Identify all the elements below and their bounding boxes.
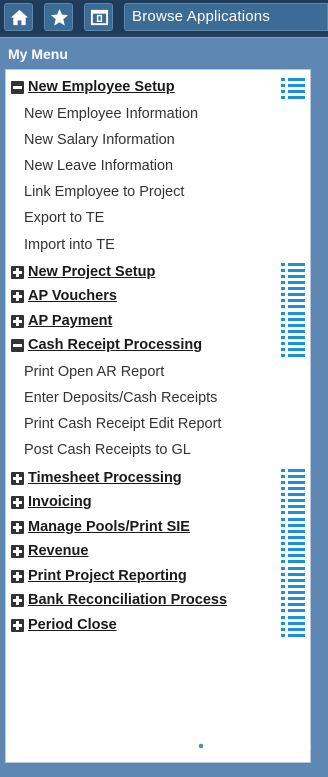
home-button[interactable]: [4, 3, 33, 31]
list-icon[interactable]: [280, 491, 306, 517]
menu-item[interactable]: Print Cash Receipt Edit Report: [24, 416, 221, 432]
favorites-button[interactable]: [44, 3, 73, 31]
list-icon[interactable]: [280, 516, 306, 542]
menu-section[interactable]: AP Payment: [10, 310, 308, 336]
menu-section[interactable]: Period Close: [10, 614, 308, 640]
top-toolbar: Browse Applications: [0, 0, 328, 34]
list-icon[interactable]: [280, 540, 306, 566]
menu-item[interactable]: Export to TE: [24, 210, 104, 226]
expand-icon[interactable]: [11, 265, 24, 279]
menu-section-label[interactable]: Timesheet Processing: [28, 470, 182, 486]
window-button[interactable]: [84, 3, 113, 31]
menu-item[interactable]: Enter Deposits/Cash Receipts: [24, 390, 217, 406]
menu-section-label[interactable]: New Project Setup: [28, 264, 155, 280]
list-icon[interactable]: [280, 310, 306, 336]
menu-section[interactable]: Cash Receipt Processing: [10, 334, 308, 360]
star-icon: [50, 8, 69, 26]
menu-item[interactable]: New Leave Information: [24, 158, 173, 174]
expand-icon[interactable]: [11, 618, 24, 632]
list-icon[interactable]: [280, 285, 306, 311]
manage-my-menu-button[interactable]: Manage My Menu: [192, 737, 311, 755]
menu-list: New Employee Setup New Employee Informati…: [5, 69, 311, 763]
menu-section[interactable]: New Employee Setup: [10, 76, 308, 102]
expand-icon[interactable]: [11, 594, 24, 607]
list-icon[interactable]: [280, 467, 306, 493]
menu-section[interactable]: Bank Reconciliation Process: [10, 589, 308, 615]
menu-section[interactable]: Revenue: [10, 540, 308, 566]
browse-applications-button[interactable]: Browse Applications: [124, 3, 328, 31]
collapse-icon[interactable]: [11, 81, 24, 94]
expand-icon[interactable]: [11, 471, 24, 485]
list-icon[interactable]: [280, 261, 306, 287]
menu-section[interactable]: New Project Setup: [10, 261, 308, 287]
list-icon[interactable]: [280, 565, 306, 591]
expand-icon[interactable]: [11, 496, 24, 509]
my-menu-panel: My Menu New Employee Setup New Employee I…: [0, 37, 328, 777]
menu-section[interactable]: Manage Pools/Print SIE: [10, 516, 308, 542]
menu-section-label[interactable]: Period Close: [28, 617, 117, 633]
expand-icon[interactable]: [11, 545, 24, 558]
menu-item[interactable]: Post Cash Receipts to GL: [24, 442, 191, 458]
list-icon[interactable]: [280, 614, 306, 640]
collapse-icon[interactable]: [11, 339, 24, 353]
menu-section-label[interactable]: AP Vouchers: [28, 288, 117, 304]
menu-section-label[interactable]: AP Payment: [28, 313, 112, 329]
menu-item[interactable]: Print Open AR Report: [24, 364, 164, 380]
expand-icon[interactable]: [11, 569, 24, 583]
menu-item[interactable]: New Employee Information: [24, 106, 198, 122]
menu-section-label[interactable]: New Employee Setup: [28, 79, 175, 95]
menu-section-label[interactable]: Revenue: [28, 543, 88, 559]
menu-section-label[interactable]: Invoicing: [28, 494, 92, 510]
manage-my-menu-label: Manage My Menu: [215, 739, 312, 753]
expand-icon[interactable]: [11, 314, 24, 328]
menu-section[interactable]: Print Project Reporting: [10, 565, 308, 591]
menu-item[interactable]: Import into TE: [24, 237, 115, 253]
menu-section-label[interactable]: Bank Reconciliation Process: [28, 592, 227, 608]
list-icon[interactable]: [280, 334, 306, 360]
menu-section-label[interactable]: Manage Pools/Print SIE: [28, 519, 190, 535]
menu-section-label[interactable]: Cash Receipt Processing: [28, 337, 202, 353]
list-icon[interactable]: [280, 589, 306, 615]
gear-icon: [192, 737, 210, 755]
menu-section[interactable]: Timesheet Processing: [10, 467, 308, 493]
menu-section-label[interactable]: Print Project Reporting: [28, 568, 187, 584]
window-icon: [90, 9, 109, 26]
panel-title: My Menu: [8, 46, 68, 62]
menu-section[interactable]: AP Vouchers: [10, 285, 308, 311]
expand-icon[interactable]: [11, 520, 24, 534]
menu-item[interactable]: New Salary Information: [24, 132, 175, 148]
expand-icon[interactable]: [11, 290, 24, 304]
menu-section[interactable]: Invoicing: [10, 491, 308, 517]
menu-item[interactable]: Link Employee to Project: [24, 184, 184, 200]
list-icon[interactable]: [280, 76, 306, 102]
home-icon: [10, 9, 29, 26]
